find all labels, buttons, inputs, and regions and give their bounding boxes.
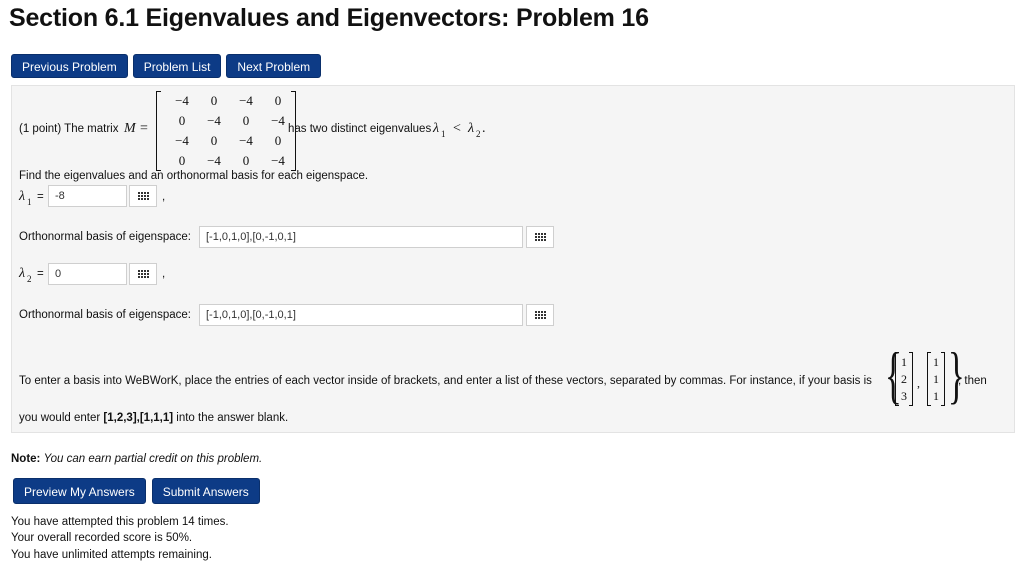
basis1-label: Orthonormal basis of eigenspace:: [19, 231, 191, 243]
problem-list-button[interactable]: Problem List: [132, 54, 222, 78]
vector-entry: 1: [933, 355, 939, 369]
preview-answers-button[interactable]: Preview My Answers: [13, 478, 146, 504]
lambda1-input[interactable]: -8: [48, 185, 127, 207]
lambda-subscript: 2: [476, 129, 481, 139]
distinct-eigenvalues-text: has two distinct eigenvalues: [288, 123, 432, 135]
matrix-cell: 0: [178, 113, 186, 128]
lambda-symbol: λ: [433, 121, 440, 136]
submit-answers-button[interactable]: Submit Answers: [151, 478, 260, 504]
basis-hint-text: To enter a basis into WeBWorK, place the…: [19, 375, 872, 387]
vector-entry: 3: [901, 389, 907, 403]
matrix-cell: 0: [178, 153, 186, 168]
matrix-cell: −4: [239, 93, 253, 108]
lambda-subscript: 1: [27, 197, 32, 207]
vector-entry: 1: [933, 389, 939, 403]
matrix-cell: −4: [175, 133, 189, 148]
example-answer: [1,2,3],[1,1,1]: [103, 412, 174, 424]
matrix-symbol: M: [124, 121, 136, 136]
matrix-cell: −4: [207, 153, 221, 168]
example-vector-1: 1 2 3: [895, 352, 913, 406]
hint-line-2-before: you would enter: [19, 412, 101, 424]
less-than-sign: <: [453, 121, 461, 136]
problem-intro: (1 point) The matrix: [19, 123, 119, 135]
then-text: , then: [958, 375, 987, 387]
matrix-cell: −4: [239, 133, 253, 148]
equals-sign: =: [140, 121, 148, 136]
attempts-text: You have attempted this problem 14 times…: [11, 516, 229, 528]
equation-editor-icon[interactable]: [129, 185, 157, 207]
hint-line-2: you would enter [1,2,3],[1,1,1] into the…: [19, 412, 288, 424]
vector-entry: 1: [933, 372, 939, 386]
equals-sign: =: [37, 191, 44, 203]
note-text: You can earn partial credit on this prob…: [43, 453, 263, 465]
period: .: [482, 121, 486, 136]
next-problem-button[interactable]: Next Problem: [226, 54, 322, 78]
lambda-symbol: λ: [19, 189, 26, 204]
note-label: Note:: [11, 453, 41, 465]
previous-problem-button[interactable]: Previous Problem: [11, 54, 128, 78]
basis2-input[interactable]: [-1,0,1,0],[0,-1,0,1]: [199, 304, 523, 326]
remaining-attempts-text: You have unlimited attempts remaining.: [11, 549, 212, 561]
lambda-subscript: 2: [27, 274, 32, 284]
page-title: Section 6.1 Eigenvalues and Eigenvectors…: [9, 4, 649, 32]
comma: ,: [162, 191, 166, 203]
instruction-text: Find the eigenvalues and an orthonormal …: [19, 170, 369, 182]
equation-editor-icon[interactable]: [526, 304, 554, 326]
hint-line-2-after: into the answer blank.: [176, 412, 289, 424]
action-buttons: Preview My Answers Submit Answers: [13, 478, 260, 504]
vector-entry: 2: [901, 372, 907, 386]
equation-editor-icon[interactable]: [526, 226, 554, 248]
matrix-cell: 0: [274, 93, 282, 108]
basis1-input[interactable]: [-1,0,1,0],[0,-1,0,1]: [199, 226, 523, 248]
matrix-cell: 0: [210, 93, 218, 108]
matrix-cell: 0: [210, 133, 218, 148]
equals-sign: =: [37, 268, 44, 280]
matrix-m: −4 0 −4 0 0 −4 0 −4 −4 0 −4 0 0 −4 0 −4: [156, 91, 296, 171]
matrix-cell: −4: [207, 113, 221, 128]
comma: ,: [162, 268, 166, 280]
matrix-cell: 0: [242, 113, 250, 128]
matrix-left-bracket: [156, 91, 161, 171]
matrix-cell: −4: [271, 153, 285, 168]
score-text: Your overall recorded score is 50%.: [11, 532, 193, 544]
basis2-label: Orthonormal basis of eigenspace:: [19, 309, 191, 321]
lambda-symbol: λ: [19, 266, 26, 281]
lambda2-input[interactable]: 0: [48, 263, 127, 285]
vector-entry: 1: [901, 355, 907, 369]
matrix-cell: 0: [274, 133, 282, 148]
problem-nav: Previous Problem Problem List Next Probl…: [11, 54, 322, 78]
equation-editor-icon[interactable]: [129, 263, 157, 285]
example-vector-2: 1 1 1: [927, 352, 945, 406]
partial-credit-note: Note: You can earn partial credit on thi…: [11, 453, 262, 465]
lambda-subscript: 1: [441, 129, 446, 139]
comma: ,: [917, 376, 920, 390]
matrix-cell: −4: [175, 93, 189, 108]
lambda-symbol: λ: [468, 121, 475, 136]
problem-body: (1 point) The matrix M = −4 0 −4 0 0 −4 …: [11, 85, 1015, 433]
matrix-cell: 0: [242, 153, 250, 168]
